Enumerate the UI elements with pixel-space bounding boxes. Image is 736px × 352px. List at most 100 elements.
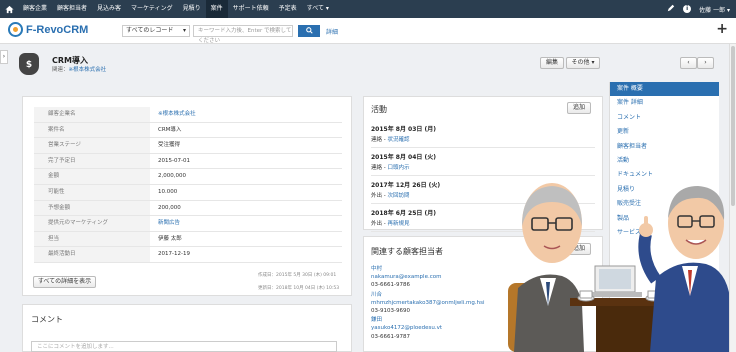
detail-value: 2015-07-01 [158, 157, 190, 164]
activity-type: 連絡 - [371, 165, 388, 171]
detail-row: 営業ステージ 受注獲得 [34, 138, 342, 154]
detail-label: 予想金額 [34, 200, 150, 216]
details-table: 顧客企業名 ※根本株式会社 案件名 CRM導入 営業ステージ 受注獲得完了予定日 2015-… [34, 107, 342, 263]
sidebar-item-1[interactable]: 案件 詳細 [610, 96, 719, 110]
contact-item: 鎌田 yasuko4172@ploedesu.vt 03-6661-9787 [371, 316, 485, 341]
detail-value-link[interactable]: 新聞広告 [150, 216, 342, 231]
detail-label: 最終活動日 [34, 247, 150, 262]
activity-date: 2015年 8月 04日 (火) [371, 154, 436, 161]
topnav-right: i 佐藤 一郎 ▾ [667, 0, 730, 18]
contact-email-link[interactable]: mhmzhjcmertakako387@onmljwli.mg.hsi [371, 299, 485, 307]
nav-item-0[interactable]: 顧客企業 [18, 0, 52, 18]
detail-value-link[interactable]: ※根本株式会社 [150, 107, 342, 122]
add-activity-button[interactable]: 追加 [567, 102, 591, 114]
nav-item-5[interactable]: 案件 [205, 0, 228, 18]
detail-row: 可能性 10.000 [34, 184, 342, 201]
page-scrollbar[interactable] [729, 44, 736, 352]
logo[interactable]: F-RevoCRM [8, 22, 88, 37]
activity-subject-link[interactable]: 次回訪問 [387, 193, 409, 199]
activity-type: 外出 - [371, 193, 388, 199]
detail-row: 最終活動日 2017-12-19 [34, 247, 342, 263]
contact-email-link[interactable]: yasuko4172@ploedesu.vt [371, 324, 485, 332]
prev-record-button[interactable]: ‹ [680, 57, 697, 69]
activity-type: 外出 - [371, 221, 388, 227]
detail-value: 200,000 [158, 204, 181, 211]
detail-value: 伊藤 太郎 [158, 235, 182, 242]
activities-title: 活動 [371, 105, 387, 114]
nav-item-7[interactable]: 予定表 [274, 0, 302, 18]
activity-item: 2015年 8月 04日 (火) 連絡 - 口頭内示 [371, 148, 595, 176]
detail-row: 案件名 CRM導入 [34, 122, 342, 139]
activity-subject-link[interactable]: 状況確認 [387, 137, 409, 143]
help-icon[interactable]: i [683, 5, 692, 13]
sidebar-item-5[interactable]: 活動 [610, 154, 719, 168]
detail-row: 予想金額 200,000 [34, 200, 342, 217]
search-scope-select[interactable]: すべてのレコード ▾ [122, 25, 190, 37]
detail-value: 受注獲得 [158, 142, 181, 149]
contact-phone: 03-6661-9786 [371, 282, 410, 289]
detail-label: 顧客企業名 [34, 107, 150, 122]
detail-label: 提供元のマーケティング [34, 216, 150, 231]
businessmen-illustration [508, 183, 732, 352]
contact-name-link[interactable]: 鎌田 [371, 316, 485, 324]
detail-label: 担当 [34, 231, 150, 247]
nav-item-4[interactable]: 見積り [178, 0, 206, 18]
sidebar-toggle-icon[interactable]: › [0, 50, 8, 64]
contact-item: 中村 nakamura@example.com 03-6661-9786 [371, 265, 485, 290]
detail-label: 完了予定日 [34, 153, 150, 169]
advanced-search-link[interactable]: 詳細 [326, 27, 338, 36]
user-menu[interactable]: 佐藤 一郎 ▾ [699, 5, 730, 14]
detail-row: 顧客企業名 ※根本株式会社 [34, 107, 342, 123]
top-navigation: 顧客企業 顧客担当者 見込み客 マーケティング 見積り 案件 サポート依頼 予定表 すべて ▾ … [0, 0, 736, 18]
search-button[interactable] [298, 25, 320, 37]
activity-type: 連絡 - [371, 137, 388, 143]
search-input[interactable]: キーワード入力後、Enter で検索してください [193, 25, 293, 44]
edit-button[interactable]: 編集 [540, 57, 564, 69]
activity-subject-link[interactable]: 口頭内示 [387, 165, 409, 171]
more-button[interactable]: その他 ▾ [566, 57, 600, 69]
detail-label: 営業ステージ [34, 138, 150, 153]
nav-item-2[interactable]: 見込み客 [92, 0, 126, 18]
created-date: 作成日：2015年 5月 30日 (木) 09:01 [258, 273, 337, 278]
detail-value: 2,000,000 [158, 173, 186, 180]
contact-phone: 03-9103-9690 [371, 308, 410, 315]
activity-item: 2015年 8月 03日 (月) 連絡 - 状況確認 [371, 120, 595, 148]
nav-item-8[interactable]: すべて ▾ [302, 0, 334, 18]
show-all-details-button[interactable]: すべての詳細を表示 [33, 276, 96, 288]
nav-item-1[interactable]: 顧客担当者 [52, 0, 92, 18]
related-account-link[interactable]: ※根本株式会社 [69, 67, 107, 73]
detail-value: 2017-12-19 [158, 251, 190, 258]
sidebar-item-2[interactable]: コメント [610, 111, 719, 125]
nav-item-6[interactable]: サポート依頼 [228, 0, 274, 18]
scrollbar-thumb[interactable] [731, 46, 735, 206]
pencil-icon[interactable] [667, 4, 675, 14]
modified-date: 更新日：2018年 10月 04日 (木) 10:53 [258, 286, 340, 291]
activity-subject-link[interactable]: 再新規見 [387, 221, 409, 227]
sidebar-item-0[interactable]: 案件 概要 [610, 82, 719, 97]
nav-item-3[interactable]: マーケティング [126, 0, 178, 18]
detail-label: 案件名 [34, 122, 150, 138]
contacts-title: 関連する顧客担当者 [371, 247, 443, 256]
contact-email-link[interactable]: nakamura@example.com [371, 273, 485, 281]
app-header: F-RevoCRM すべてのレコード ▾ キーワード入力後、Enter で検索し… [0, 18, 736, 44]
next-record-button[interactable]: › [697, 57, 714, 69]
record-related: 関連：※根本株式会社 [52, 67, 107, 73]
contact-phone: 03-6661-9787 [371, 333, 410, 340]
comment-input[interactable]: ここにコメントを追加します... [31, 341, 337, 352]
detail-row: 担当 伊藤 太郎 [34, 231, 342, 248]
money-bag-icon: $ [19, 53, 39, 75]
logo-mark-icon [8, 22, 23, 37]
add-icon[interactable]: + [716, 21, 728, 37]
sidebar-item-4[interactable]: 顧客担当者 [610, 140, 719, 154]
comments-title: コメント [31, 315, 63, 324]
contact-item: 川合 mhmzhjcmertakako387@onmljwli.mg.hsi 03-… [371, 291, 485, 316]
contact-name-link[interactable]: 中村 [371, 265, 485, 273]
detail-row: 完了予定日 2015-07-01 [34, 153, 342, 170]
activity-date: 2015年 8月 03日 (月) [371, 126, 436, 133]
detail-label: 金額 [34, 169, 150, 184]
contact-name-link[interactable]: 川合 [371, 291, 485, 299]
detail-label: 可能性 [34, 184, 150, 200]
sidebar-item-3[interactable]: 更新 [610, 125, 719, 139]
home-icon[interactable] [0, 0, 18, 18]
chevron-down-icon: ▾ [182, 27, 186, 34]
